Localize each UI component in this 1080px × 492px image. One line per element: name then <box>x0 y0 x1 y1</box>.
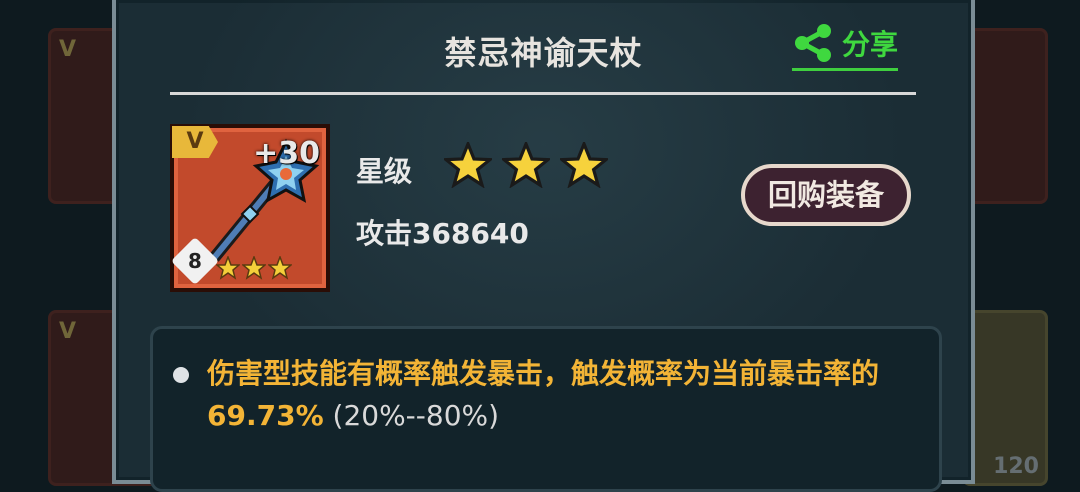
lock-number: 8 <box>188 249 202 273</box>
item-icon[interactable]: V +30 8 <box>170 124 330 292</box>
star-rating <box>444 142 608 188</box>
description-main: 伤害型技能有概率触发暴击，触发概率为当前暴击率的69.73% <box>207 357 880 432</box>
title-divider <box>170 92 916 95</box>
star-icon <box>216 256 240 280</box>
enhance-level: +30 <box>253 136 320 171</box>
share-button[interactable]: 分享 <box>792 20 899 71</box>
item-detail-panel: 禁忌神谕天杖 分享 V +30 8 星级 攻击368640 回购装备 伤害型技能… <box>112 0 975 492</box>
background-item-badge: V <box>59 37 77 62</box>
star-level-label: 星级 <box>356 155 413 188</box>
background-item-level: 120 <box>993 454 1039 479</box>
description-text: 伤害型技能有概率触发暴击，触发概率为当前暴击率的69.73% (20%--80%… <box>207 353 907 437</box>
star-icon <box>502 142 550 188</box>
background-item-badge: V <box>59 319 77 344</box>
star-icon <box>560 142 608 188</box>
description-range: (20%--80%) <box>323 399 500 432</box>
star-icon <box>242 256 266 280</box>
star-icon <box>444 142 492 188</box>
share-icon <box>795 24 831 62</box>
bullet-icon <box>173 367 189 383</box>
description-box: 伤害型技能有概率触发暴击，触发概率为当前暴击率的69.73% (20%--80%… <box>150 326 942 492</box>
lock-badge: 8 <box>170 236 220 286</box>
attack-stat: 攻击368640 <box>356 217 529 250</box>
buyback-button[interactable]: 回购装备 <box>741 164 911 226</box>
star-icon <box>268 256 292 280</box>
item-mini-stars <box>216 256 292 280</box>
share-label: 分享 <box>842 28 899 61</box>
